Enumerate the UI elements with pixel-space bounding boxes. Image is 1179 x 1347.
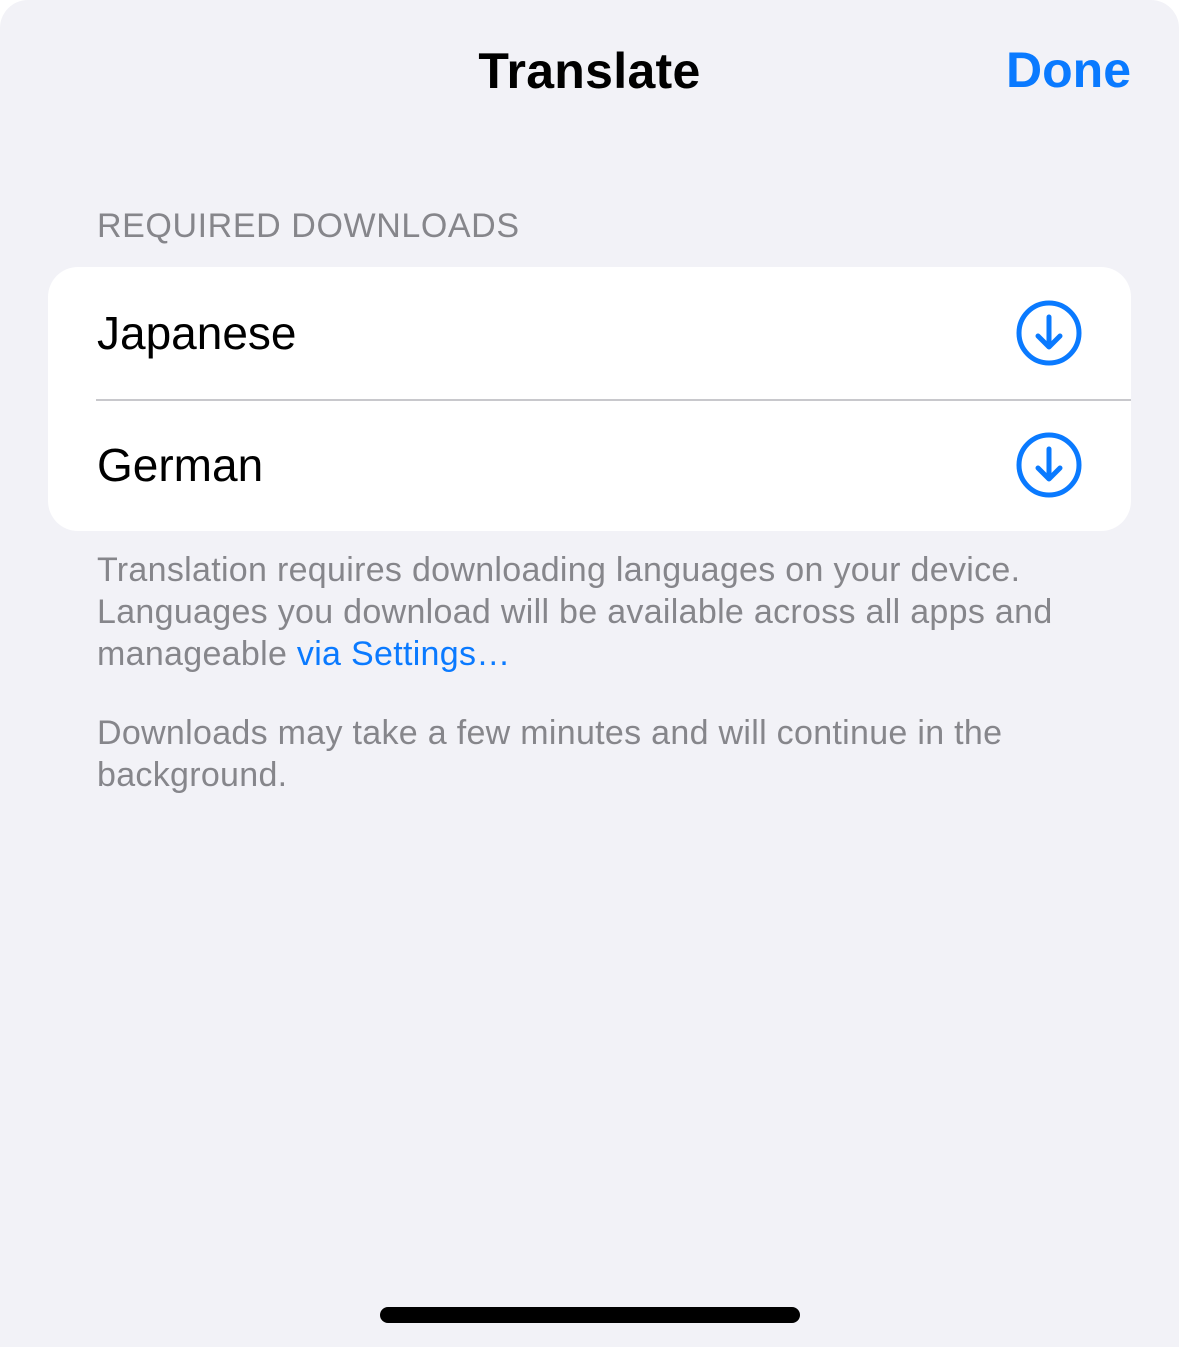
home-indicator[interactable] (380, 1307, 800, 1323)
footer-description-text: Translation requires downloading languag… (97, 551, 1053, 673)
section-header: REQUIRED DOWNLOADS (97, 207, 520, 245)
done-button[interactable]: Done (1006, 42, 1131, 100)
download-circle-icon[interactable] (1015, 299, 1083, 367)
download-circle-icon[interactable] (1015, 431, 1083, 499)
footer-description: Translation requires downloading languag… (97, 549, 1087, 675)
translate-sheet: Translate Done REQUIRED DOWNLOADS Japane… (0, 0, 1179, 1347)
list-item-label: German (97, 439, 264, 491)
list-item-japanese[interactable]: Japanese (48, 267, 1131, 399)
required-downloads-list: Japanese German (48, 267, 1131, 531)
page-title: Translate (478, 43, 701, 99)
settings-link[interactable]: via Settings… (297, 635, 511, 673)
list-item-label: Japanese (97, 307, 297, 359)
list-item-german[interactable]: German (48, 399, 1131, 531)
footer-note: Downloads may take a few minutes and wil… (97, 714, 1003, 794)
